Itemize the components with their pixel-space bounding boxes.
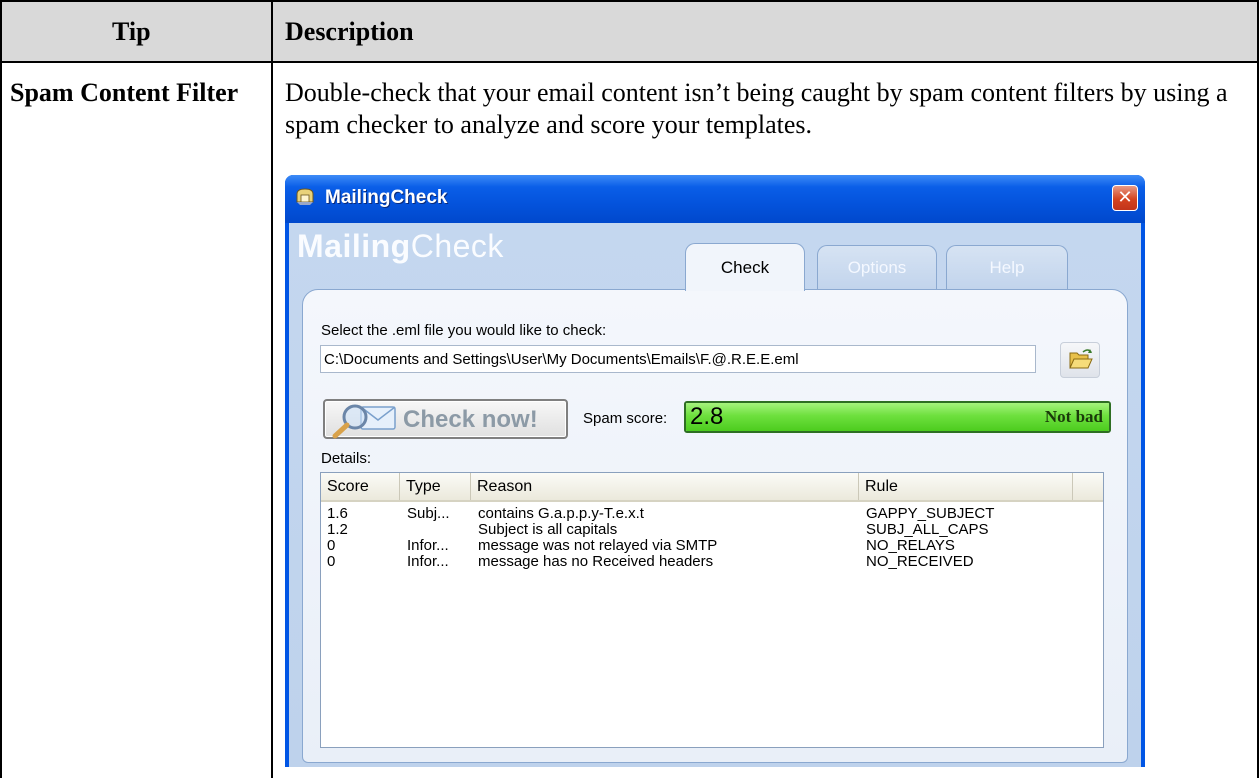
- app-icon: [296, 188, 314, 205]
- check-now-button[interactable]: Check now!: [323, 399, 568, 439]
- spam-score-verdict: Not bad: [1044, 407, 1103, 426]
- close-icon: ✕: [1117, 187, 1133, 208]
- cell-rule: NO_RECEIVED: [866, 553, 974, 570]
- cell-reason: contains G.a.p.p.y-T.e.x.t: [478, 505, 644, 522]
- file-path-input[interactable]: [320, 345, 1036, 373]
- close-button[interactable]: ✕: [1112, 185, 1138, 211]
- tab-check[interactable]: Check: [685, 243, 805, 291]
- column-score[interactable]: Score: [321, 473, 400, 500]
- check-panel: Select the .eml file you would like to c…: [302, 289, 1128, 763]
- details-label: Details:: [321, 450, 372, 467]
- cell-rule: NO_RELAYS: [866, 537, 955, 554]
- cell-reason: Subject is all capitals: [478, 521, 618, 538]
- table-header-row: [1, 1, 1258, 62]
- table-row[interactable]: 1.6 Subj... contains G.a.p.p.y-T.e.x.t GAPP…: [321, 506, 1103, 522]
- table-border-header: [0, 61, 1259, 63]
- column-rule[interactable]: Rule: [859, 473, 1073, 500]
- browse-button[interactable]: [1060, 342, 1100, 378]
- tip-description: Double-check that your email content isn…: [285, 78, 1228, 139]
- spam-score-bar: 2.8 Not bad: [684, 401, 1111, 433]
- table-row[interactable]: 0 Infor... message was not relayed via SMT…: [321, 538, 1103, 554]
- cell-score: 1.2: [327, 521, 348, 538]
- spam-score-label: Spam score:: [583, 410, 668, 427]
- cell-type: Infor...: [407, 553, 449, 570]
- cell-score: 1.6: [327, 505, 348, 522]
- column-reason[interactable]: Reason: [471, 473, 859, 500]
- details-list[interactable]: Score Type Reason Rule 1.6 Subj... contain…: [320, 472, 1104, 748]
- title-bar[interactable]: MailingCheck ✕: [285, 175, 1145, 223]
- file-label: Select the .eml file you would like to c…: [321, 322, 607, 339]
- cell-reason: message has no Received headers: [478, 553, 714, 570]
- cell-rule: SUBJ_ALL_CAPS: [866, 521, 989, 538]
- brand-bold: Mailing: [297, 228, 411, 264]
- folder-open-icon: [1069, 349, 1093, 369]
- details-list-header: Score Type Reason Rule: [321, 473, 1103, 502]
- cell-rule: GAPPY_SUBJECT: [866, 505, 995, 522]
- brand-logo: MailingCheck: [297, 228, 504, 265]
- table-row[interactable]: 0 Infor... message has no Received headers…: [321, 554, 1103, 570]
- table-border-middle: [271, 0, 273, 778]
- window-title: MailingCheck: [325, 187, 448, 208]
- cell-score: 0: [327, 537, 336, 554]
- tip-name: Spam Content Filter: [10, 78, 239, 107]
- header-description: Description: [285, 17, 414, 46]
- cell-score: 0: [327, 553, 336, 570]
- table-border-left: [0, 0, 2, 778]
- tab-help[interactable]: Help: [946, 245, 1068, 289]
- column-type[interactable]: Type: [400, 473, 471, 500]
- table-row[interactable]: 1.2 Subject is all capitals SUBJ_ALL_CAPS: [321, 522, 1103, 538]
- spam-score-value: 2.8: [690, 403, 724, 430]
- cell-reason: message was not relayed via SMTP: [478, 537, 718, 554]
- magnifier-envelope-icon: [332, 404, 396, 439]
- window-client-area: MailingCheck Check Options Help Select t…: [289, 223, 1141, 767]
- tab-options[interactable]: Options: [817, 245, 937, 289]
- header-tip: Tip: [112, 17, 151, 46]
- brand-light: Check: [410, 228, 504, 264]
- cell-type: Infor...: [407, 537, 449, 554]
- mailingcheck-window: MailingCheck ✕ MailingCheck Check Option…: [285, 175, 1145, 767]
- check-now-label: Check now!: [403, 406, 538, 433]
- table-border-top: [0, 0, 1259, 2]
- cell-type: Subj...: [407, 505, 450, 522]
